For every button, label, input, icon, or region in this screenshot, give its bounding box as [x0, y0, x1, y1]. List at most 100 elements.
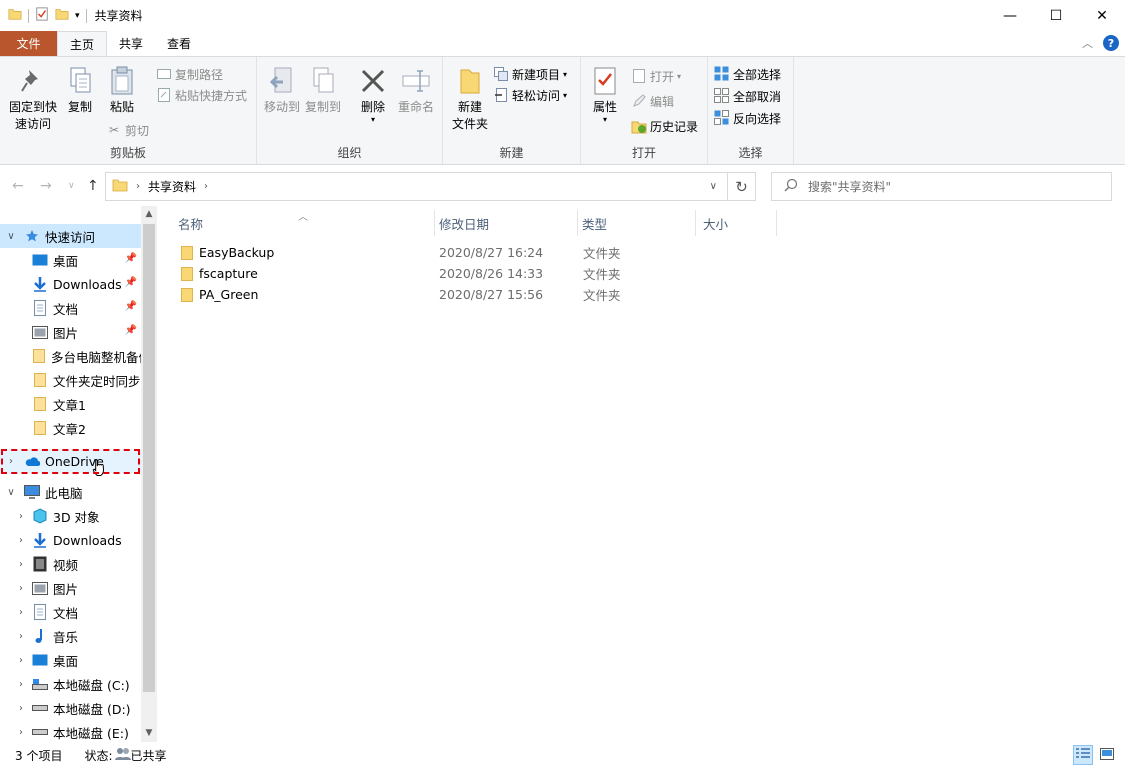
paste-button[interactable]: 粘贴: [104, 65, 140, 116]
edit-button[interactable]: 编辑: [631, 91, 674, 111]
nav-pc-pictures[interactable]: › 图片: [0, 576, 141, 600]
drive-icon: [32, 700, 48, 716]
rename-button[interactable]: 重命名: [395, 65, 437, 116]
properties-dropdown-icon[interactable]: ▾: [603, 116, 607, 124]
nav-pc-videos[interactable]: › 视频: [0, 552, 141, 576]
nav-qa-documents[interactable]: 文档 📌: [0, 296, 141, 320]
collapsed-chevron-icon[interactable]: ›: [14, 535, 28, 546]
properties-button[interactable]: 属性 ▾: [587, 65, 623, 124]
details-view-button[interactable]: [1073, 745, 1093, 765]
column-header-type[interactable]: 类型: [578, 210, 696, 236]
paste-shortcut-button[interactable]: 粘贴快捷方式: [156, 85, 247, 105]
nav-qa-folder[interactable]: 文章2: [0, 416, 141, 440]
new-folder-button[interactable]: 新建 文件夹: [448, 65, 492, 133]
close-button[interactable]: ✕: [1079, 0, 1125, 31]
recent-locations-chevron-icon[interactable]: ∨: [68, 181, 75, 191]
nav-pc-music[interactable]: › 音乐: [0, 624, 141, 648]
breadcrumb-current[interactable]: 共享资料: [148, 178, 196, 195]
collapsed-chevron-icon[interactable]: ›: [14, 679, 28, 690]
customize-qa-dropdown-icon[interactable]: ▾: [75, 11, 80, 21]
nav-qa-downloads[interactable]: Downloads 📌: [0, 272, 141, 296]
scrollbar-thumb[interactable]: [143, 224, 155, 692]
expanded-chevron-icon[interactable]: ∨: [4, 487, 18, 498]
nav-qa-desktop[interactable]: 桌面 📌: [0, 248, 141, 272]
file-row[interactable]: EasyBackup 2020/8/27 16:24 文件夹: [170, 242, 790, 263]
collapsed-chevron-icon[interactable]: ›: [14, 655, 28, 666]
breadcrumb-chevron-icon[interactable]: ›: [204, 181, 208, 192]
scroll-up-arrow-icon[interactable]: ▲: [141, 209, 157, 219]
copy-button[interactable]: 复制: [64, 65, 96, 116]
history-button[interactable]: 历史记录: [631, 116, 698, 136]
forward-arrow-icon[interactable]: →: [40, 178, 52, 194]
pin-to-quick-access-button[interactable]: 固定到快 速访问: [6, 65, 60, 133]
collapsed-chevron-icon[interactable]: ›: [14, 559, 28, 570]
new-folder-qa-icon[interactable]: [55, 7, 69, 24]
easy-access-button[interactable]: 轻松访问 ▾: [493, 85, 567, 105]
navigation-bar: ← → ∨ ↑ › 共享资料 › ∨ ↻ 搜索"共享资料": [0, 166, 1125, 206]
help-icon[interactable]: ?: [1103, 35, 1119, 51]
nav-qa-folder[interactable]: 多台电脑整机备份: [0, 344, 151, 368]
large-icons-view-button[interactable]: [1097, 745, 1117, 765]
collapsed-chevron-icon[interactable]: ›: [14, 583, 28, 594]
back-arrow-icon[interactable]: ←: [12, 178, 24, 194]
properties-qa-icon[interactable]: [35, 7, 49, 24]
expanded-chevron-icon[interactable]: ∨: [4, 231, 18, 242]
nav-qa-pictures[interactable]: 图片 📌: [0, 320, 141, 344]
column-header-name[interactable]: 名称 ︿: [158, 210, 435, 236]
nav-pc-desktop[interactable]: › 桌面: [0, 648, 141, 672]
nav-qa-folder[interactable]: 文件夹定时同步: [0, 368, 141, 392]
new-item-button[interactable]: 新建项目 ▾: [493, 64, 567, 84]
file-row[interactable]: PA_Green 2020/8/27 15:56 文件夹: [170, 284, 790, 305]
column-header-date[interactable]: 修改日期: [435, 210, 578, 236]
nav-pc-downloads[interactable]: › Downloads: [0, 528, 141, 552]
pinned-icon[interactable]: 📌: [125, 253, 137, 264]
collapse-ribbon-icon[interactable]: ︿: [1082, 35, 1093, 51]
invert-selection-button[interactable]: 反向选择: [714, 108, 781, 128]
open-button[interactable]: 打开 ▾: [631, 66, 681, 86]
nav-quick-access[interactable]: ∨ 快速访问: [0, 224, 141, 248]
nav-pc-drive-c[interactable]: › 本地磁盘 (C:): [0, 672, 141, 696]
tab-file[interactable]: 文件: [0, 31, 57, 56]
pinned-icon[interactable]: 📌: [125, 325, 137, 336]
refresh-button[interactable]: ↻: [728, 172, 756, 201]
scroll-down-arrow-icon[interactable]: ▼: [141, 728, 157, 738]
copy-to-button[interactable]: 复制到: [303, 65, 343, 116]
collapsed-chevron-icon[interactable]: ›: [14, 703, 28, 714]
copy-to-icon: [307, 65, 339, 97]
select-none-button[interactable]: 全部取消: [714, 86, 781, 106]
up-arrow-icon[interactable]: ↑: [87, 178, 99, 194]
cut-button[interactable]: ✂ 剪切: [106, 120, 149, 140]
tab-home[interactable]: 主页: [57, 31, 108, 56]
nav-pc-drive-d[interactable]: › 本地磁盘 (D:): [0, 696, 141, 720]
new-folder-label-2: 文件夹: [451, 117, 488, 131]
address-bar[interactable]: › 共享资料 › ∨: [105, 172, 728, 201]
nav-qa-folder[interactable]: 文章1: [0, 392, 141, 416]
collapsed-chevron-icon[interactable]: ›: [14, 511, 28, 522]
tab-share[interactable]: 共享: [107, 31, 155, 56]
nav-scrollbar[interactable]: ▲ ▼: [141, 206, 157, 742]
copy-path-button[interactable]: 复制路径: [156, 64, 223, 84]
collapsed-chevron-icon[interactable]: ›: [14, 727, 28, 738]
nav-pc-drive-e[interactable]: › 本地磁盘 (E:): [0, 720, 141, 742]
nav-pc-3d-objects[interactable]: › 3D 对象: [0, 504, 141, 528]
address-history-dropdown-icon[interactable]: ∨: [710, 181, 717, 192]
maximize-button[interactable]: ☐: [1033, 0, 1079, 31]
delete-button[interactable]: 删除 ▾: [355, 65, 391, 124]
minimize-button[interactable]: —: [987, 0, 1033, 31]
pinned-icon[interactable]: 📌: [125, 277, 137, 288]
nav-this-pc[interactable]: ∨ 此电脑: [0, 480, 141, 504]
cut-label: 剪切: [125, 123, 150, 138]
select-all-button[interactable]: 全部选择: [714, 64, 781, 84]
file-row[interactable]: fscapture 2020/8/26 14:33 文件夹: [170, 263, 790, 284]
nav-pc-documents[interactable]: › 文档: [0, 600, 141, 624]
move-to-button[interactable]: 移动到: [262, 65, 302, 116]
search-box[interactable]: 搜索"共享资料": [771, 172, 1112, 201]
collapsed-chevron-icon[interactable]: ›: [14, 607, 28, 618]
column-header-size[interactable]: 大小: [696, 210, 777, 236]
tab-view[interactable]: 查看: [155, 31, 203, 56]
collapsed-chevron-icon[interactable]: ›: [14, 631, 28, 642]
delete-dropdown-icon[interactable]: ▾: [371, 116, 375, 124]
clipboard-group: 固定到快 速访问 复制 粘贴 复制路径 粘贴快捷方式 ✂ 剪切 剪贴板: [0, 57, 257, 164]
pinned-icon[interactable]: 📌: [125, 301, 137, 312]
nav-qa-folder-label: 多台电脑整机备份: [51, 349, 152, 365]
